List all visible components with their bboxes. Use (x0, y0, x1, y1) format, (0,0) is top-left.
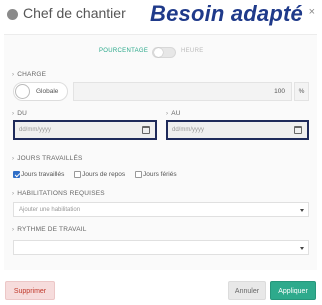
caret-down-icon (300, 247, 304, 250)
calendar-icon[interactable] (142, 126, 150, 134)
modal-footer: Supprimer Annuler Appliquer (0, 270, 322, 305)
checkbox-jours-repos[interactable]: Jours de repos (74, 171, 125, 178)
apply-button[interactable]: Appliquer (270, 281, 316, 300)
habilitation-select[interactable]: Ajouter une habilitation (13, 202, 309, 217)
checkbox-unchecked-icon[interactable] (74, 171, 82, 178)
section-du: › DU (12, 110, 27, 117)
chevron-right-icon: › (12, 72, 15, 78)
cancel-button[interactable]: Annuler (228, 281, 266, 300)
toggle-knob (154, 48, 163, 57)
toggle-label-pourcentage[interactable]: POURCENTAGE (99, 48, 148, 54)
brand-overlay-text: Besoin adapté (150, 1, 303, 26)
globale-radio-icon (15, 84, 30, 99)
modal-header: Chef de chantier Besoin adapté × (0, 0, 322, 34)
calendar-icon[interactable] (294, 126, 302, 134)
checkbox-unchecked-icon[interactable] (134, 171, 142, 178)
status-dot-icon (7, 9, 18, 20)
du-label: DU (17, 110, 27, 117)
section-jours-label: JOURS TRAVAILLÉS (17, 155, 83, 162)
unit-toggle-row: POURCENTAGE HEURE (4, 47, 317, 59)
checkbox-label: Jours de repos (82, 171, 126, 179)
date-au-input[interactable]: dd/mm/yyyy (166, 120, 309, 140)
checkbox-checked-icon[interactable] (13, 171, 20, 178)
section-charge[interactable]: › CHARGE (12, 71, 46, 78)
modal-title: Chef de chantier (23, 5, 126, 21)
checkbox-label: Jours travaillés (21, 171, 65, 179)
charge-value: 100 (274, 88, 285, 95)
section-jours[interactable]: › JOURS TRAVAILLÉS (12, 155, 83, 162)
caret-down-icon (300, 209, 304, 212)
jours-checkbox-group: Jours travaillés Jours de repos Jours fé… (13, 171, 185, 181)
section-habilitations-label: HABILITATIONS REQUISES (17, 190, 105, 197)
rythme-select[interactable] (13, 240, 309, 255)
form-panel: POURCENTAGE HEURE › CHARGE Globale 100 % … (4, 34, 317, 270)
date-au-placeholder: dd/mm/yyyy (172, 127, 205, 133)
charge-value-input[interactable]: 100 (73, 82, 292, 101)
close-icon[interactable]: × (309, 6, 315, 18)
globale-toggle[interactable]: Globale (13, 82, 68, 101)
section-rythme-label: RYTHME DE TRAVAIL (17, 226, 87, 233)
chevron-right-icon: › (12, 111, 15, 117)
chevron-right-icon: › (12, 227, 15, 233)
date-du-input[interactable]: dd/mm/yyyy (13, 120, 157, 140)
habilitation-placeholder: Ajouter une habilitation (19, 207, 81, 213)
checkbox-jours-feries[interactable]: Jours fériés (134, 171, 177, 179)
charge-row: Globale 100 % (13, 82, 309, 101)
toggle-label-heure[interactable]: HEURE (181, 48, 204, 54)
chevron-right-icon: › (166, 111, 169, 117)
chevron-right-icon: › (12, 156, 15, 162)
charge-unit: % (294, 82, 309, 101)
au-label: AU (171, 110, 181, 117)
checkbox-label: Jours fériés (142, 171, 177, 179)
delete-button[interactable]: Supprimer (5, 281, 55, 300)
date-du-placeholder: dd/mm/yyyy (19, 127, 52, 133)
section-au: › AU (166, 110, 181, 117)
chevron-right-icon: › (12, 191, 15, 197)
unit-toggle-switch[interactable] (152, 47, 176, 58)
globale-label: Globale (36, 88, 59, 95)
section-habilitations[interactable]: › HABILITATIONS REQUISES (12, 190, 105, 197)
section-rythme[interactable]: › RYTHME DE TRAVAIL (12, 226, 87, 233)
checkbox-jours-travailles[interactable]: Jours travaillés (13, 171, 64, 178)
section-charge-label: CHARGE (17, 71, 47, 78)
